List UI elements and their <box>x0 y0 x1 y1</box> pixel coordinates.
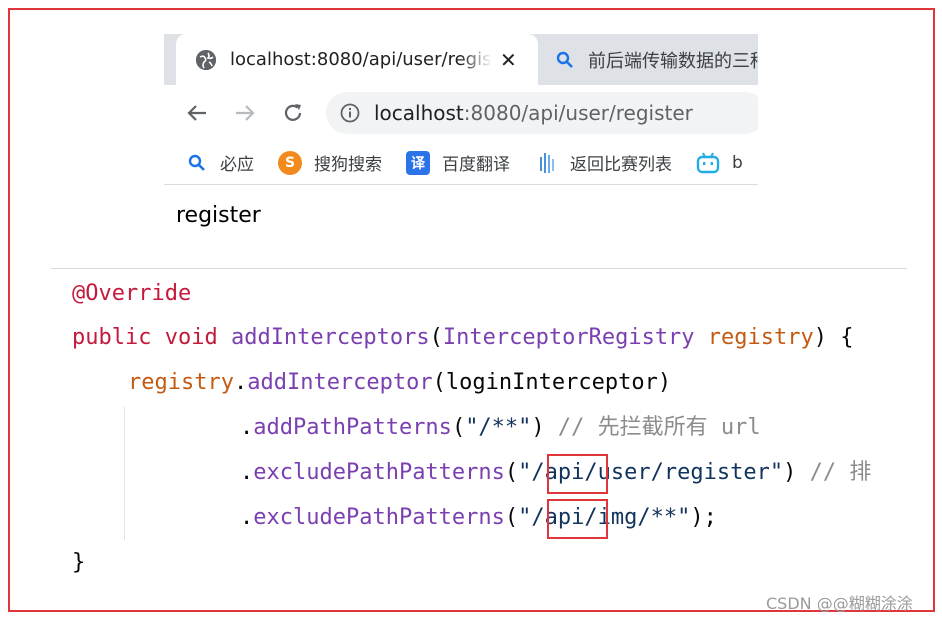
bookmark-label: 必应 <box>220 155 254 175</box>
punctuation: . <box>240 505 254 530</box>
argument: (loginInterceptor) <box>432 370 672 395</box>
close-icon[interactable]: ✕ <box>500 48 517 72</box>
punctuation: ( <box>429 325 443 350</box>
sogou-icon: S <box>278 150 302 175</box>
punctuation: . <box>240 460 254 485</box>
code-line: public void addInterceptors(InterceptorR… <box>72 320 854 356</box>
baidu-translate-icon: 译 <box>406 150 430 175</box>
forward-button[interactable] <box>230 98 260 128</box>
bing-search-icon <box>188 151 206 175</box>
punctuation: ) <box>783 460 810 485</box>
code-line: .excludePathPatterns("/api/img/**"); <box>240 500 717 536</box>
info-icon <box>340 103 360 123</box>
bookmark-bilibili[interactable]: b <box>696 151 743 175</box>
bookmark-label: 返回比赛列表 <box>570 155 672 175</box>
bilibili-icon <box>696 151 720 175</box>
code-line: .addPathPatterns("/**") // 先拦截所有 url <box>240 410 761 446</box>
forward-arrow-icon <box>236 105 255 121</box>
parameter: registry <box>707 325 814 350</box>
bookmark-label: 百度翻译 <box>442 155 510 175</box>
toolbar: localhost:8080/api/user/register <box>164 85 758 141</box>
bookmark-bing[interactable]: 必应 <box>188 150 254 175</box>
punctuation: ( <box>451 415 466 440</box>
indent-guide <box>124 407 125 540</box>
reload-icon <box>284 104 302 121</box>
bookmark-label: b <box>732 152 743 173</box>
method-name: addInterceptor <box>247 370 433 395</box>
tab-strip: localhost:8080/api/user/register ✕ 前后端传输… <box>164 34 758 85</box>
url-text: localhost:8080/api/user/register <box>374 101 693 125</box>
tab-active[interactable]: localhost:8080/api/user/register ✕ <box>176 34 538 85</box>
section-divider <box>51 268 907 269</box>
string-literal: "/**" <box>465 415 532 440</box>
type-name: InterceptorRegistry <box>442 325 708 350</box>
url-host: localhost <box>374 101 464 125</box>
page-response-text: register <box>176 203 261 228</box>
method-name: excludePathPatterns <box>253 460 505 485</box>
annotation: @Override <box>72 281 192 306</box>
bookmark-label: 搜狗搜索 <box>314 155 382 175</box>
method-name: excludePathPatterns <box>253 505 505 530</box>
tab-title: 前后端传输数据的三种 <box>588 50 758 72</box>
punctuation: ( <box>504 505 519 530</box>
browser-window: localhost:8080/api/user/register ✕ 前后端传输… <box>164 34 758 186</box>
punctuation: ) <box>531 415 558 440</box>
code-editor: @Override public void addInterceptors(In… <box>72 274 908 594</box>
tab-inactive[interactable]: 前后端传输数据的三种 <box>538 34 758 85</box>
keyword: public void <box>72 325 231 350</box>
address-bar[interactable]: localhost:8080/api/user/register <box>326 92 758 134</box>
punctuation: . <box>233 370 248 395</box>
tab-title: localhost:8080/api/user/register <box>230 49 492 70</box>
method-name: addPathPatterns <box>253 415 452 440</box>
method-name: addInterceptors <box>230 325 430 350</box>
parameter: registry <box>128 370 234 395</box>
code-line: registry.addInterceptor(loginInterceptor… <box>128 365 671 401</box>
back-arrow-icon <box>187 105 206 121</box>
punctuation: ( <box>504 460 519 485</box>
bookmark-baidu-translate[interactable]: 译 百度翻译 <box>406 150 510 175</box>
comment: // 先拦截所有 url <box>557 415 761 440</box>
globe-icon <box>196 49 216 70</box>
comment: // 排 <box>809 460 872 485</box>
bookmarks-bar: 必应 S 搜狗搜索 译 百度翻译 返回比赛列表 b <box>164 141 758 185</box>
back-button[interactable] <box>182 98 212 128</box>
punctuation: ) { <box>813 325 854 350</box>
bookmark-contest-list[interactable]: 返回比赛列表 <box>534 150 672 175</box>
closing-brace: } <box>72 550 86 575</box>
code-line: } <box>72 545 85 581</box>
contest-icon <box>534 151 558 175</box>
reload-button[interactable] <box>278 98 308 128</box>
url-path: :8080/api/user/register <box>463 101 693 125</box>
punctuation: . <box>240 415 254 440</box>
highlight-box-api <box>547 454 608 494</box>
highlight-box-api <box>547 499 608 539</box>
punctuation: ); <box>690 505 717 530</box>
search-icon <box>556 51 574 69</box>
bookmark-sogou[interactable]: S 搜狗搜索 <box>278 150 382 175</box>
code-line: @Override <box>72 276 191 312</box>
watermark: CSDN @@糊糊涂涂 <box>766 594 913 613</box>
